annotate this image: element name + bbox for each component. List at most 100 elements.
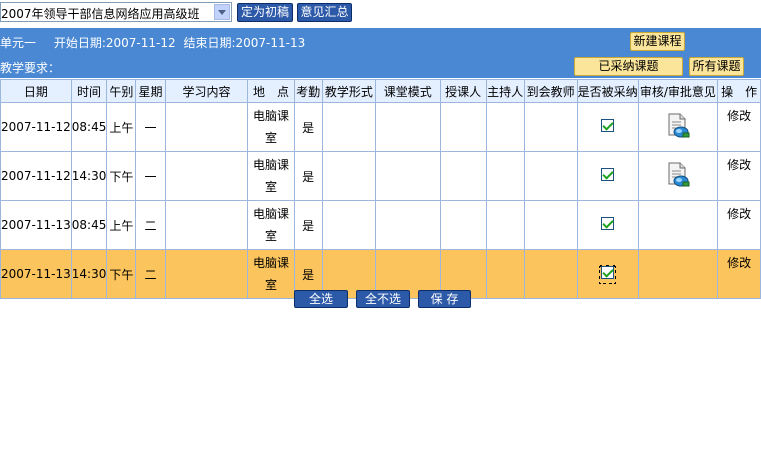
deselect-all-button[interactable]: 全不选 bbox=[356, 290, 410, 308]
adopted-checkbox-wrapper bbox=[601, 168, 615, 184]
col-content: 学习内容 bbox=[164, 79, 249, 103]
select-all-button[interactable]: 全选 bbox=[294, 290, 348, 308]
col-period: 午别 bbox=[106, 79, 137, 103]
modify-link[interactable]: 修改 bbox=[717, 102, 761, 152]
date-cell: 2007-11-12 bbox=[0, 151, 72, 201]
weekday-cell: 二 bbox=[135, 249, 166, 299]
class-select[interactable]: 2007年领导干部信息网络应用高级班 bbox=[0, 2, 232, 22]
class-select-value: 2007年领导干部信息网络应用高级班 bbox=[1, 7, 200, 21]
all-topics-button[interactable]: 所有课题 bbox=[689, 57, 744, 76]
review-cell bbox=[637, 151, 719, 201]
content-cell bbox=[164, 151, 249, 201]
adopted-checkbox[interactable] bbox=[601, 168, 615, 181]
adopted-checkbox-wrapper bbox=[601, 119, 615, 135]
host-cell bbox=[485, 102, 525, 152]
attendance-cell: 是 bbox=[293, 102, 323, 152]
col-weekday: 星期 bbox=[135, 79, 166, 103]
review-document-icon[interactable] bbox=[666, 113, 690, 139]
mode-cell bbox=[374, 102, 441, 152]
weekday-cell: 一 bbox=[135, 151, 166, 201]
time-cell: 08:45 bbox=[70, 200, 108, 250]
time-cell: 14:30 bbox=[70, 151, 108, 201]
summary-button[interactable]: 意见汇总 bbox=[297, 3, 352, 22]
teachers-cell bbox=[523, 151, 578, 201]
lecturer-cell bbox=[439, 200, 487, 250]
host-cell bbox=[485, 151, 525, 201]
col-time: 时间 bbox=[70, 79, 108, 103]
save-button[interactable]: 保 存 bbox=[418, 290, 471, 308]
col-place: 地 点 bbox=[247, 79, 295, 103]
unit-info: 单元一 开始日期:2007-11-12 结束日期:2007-11-13 bbox=[0, 34, 309, 51]
form-cell bbox=[321, 200, 376, 250]
attendance-cell: 是 bbox=[293, 151, 323, 201]
lecturer-cell bbox=[439, 102, 487, 152]
col-action: 操 作 bbox=[717, 79, 761, 103]
content-cell bbox=[164, 249, 249, 299]
unit-name: 单元一 bbox=[0, 36, 37, 50]
period-cell: 上午 bbox=[106, 102, 137, 152]
adopted-topics-button[interactable]: 已采纳课题 bbox=[574, 57, 683, 76]
attendance-cell: 是 bbox=[293, 200, 323, 250]
col-host: 主持人 bbox=[485, 79, 525, 103]
col-review: 审核/审批意见 bbox=[637, 79, 719, 103]
adopted-checkbox[interactable] bbox=[601, 217, 615, 230]
lecturer-cell bbox=[439, 151, 487, 201]
period-cell: 上午 bbox=[106, 200, 137, 250]
host-cell bbox=[485, 200, 525, 250]
top-toolbar: 2007年领导干部信息网络应用高级班 定为初稿 意见汇总 bbox=[0, 0, 761, 26]
teachers-cell bbox=[523, 200, 578, 250]
col-lecturer: 授课人 bbox=[439, 79, 487, 103]
adopted-cell bbox=[576, 200, 639, 250]
period-cell: 下午 bbox=[106, 151, 137, 201]
table-row[interactable]: 2007-11-12 14:30 下午一 电脑课室是 修改 bbox=[0, 151, 761, 201]
adopted-checkbox[interactable] bbox=[601, 266, 615, 279]
host-cell bbox=[485, 249, 525, 299]
schedule-table: 日期 时间 午别 星期 学习内容 地 点 考勤 教学形式 课堂模式 授课人 主持… bbox=[0, 79, 761, 299]
col-form: 教学形式 bbox=[321, 79, 376, 103]
col-mode: 课堂模式 bbox=[374, 79, 441, 103]
review-cell bbox=[637, 102, 719, 152]
col-teachers: 到会教师 bbox=[523, 79, 578, 103]
mode-cell bbox=[374, 200, 441, 250]
review-cell bbox=[637, 200, 719, 250]
chevron-down-icon[interactable] bbox=[214, 4, 230, 20]
date-cell: 2007-11-13 bbox=[0, 200, 72, 250]
col-attendance: 考勤 bbox=[293, 79, 323, 103]
course-header: 单元一 开始日期:2007-11-12 结束日期:2007-11-13 教学要求… bbox=[0, 28, 761, 78]
new-course-button[interactable]: 新建课程 bbox=[630, 32, 685, 51]
finalize-button[interactable]: 定为初稿 bbox=[237, 3, 293, 22]
place-cell: 电脑课室 bbox=[247, 102, 295, 152]
col-adopted: 是否被采纳 bbox=[576, 79, 639, 103]
adopted-cell bbox=[576, 249, 639, 299]
table-row[interactable]: 2007-11-12 08:45 上午一 电脑课室是 修改 bbox=[0, 102, 761, 152]
review-cell bbox=[637, 249, 719, 299]
modify-link[interactable]: 修改 bbox=[717, 151, 761, 201]
teachers-cell bbox=[523, 102, 578, 152]
review-document-icon[interactable] bbox=[666, 162, 690, 188]
period-cell: 下午 bbox=[106, 249, 137, 299]
adopted-checkbox-wrapper bbox=[599, 266, 617, 284]
table-row[interactable]: 2007-11-13 08:45 上午二 电脑课室是 修改 bbox=[0, 200, 761, 250]
end-date: 结束日期:2007-11-13 bbox=[183, 36, 306, 50]
time-cell: 14:30 bbox=[70, 249, 108, 299]
form-cell bbox=[321, 102, 376, 152]
place-cell: 电脑课室 bbox=[247, 151, 295, 201]
col-date: 日期 bbox=[0, 79, 72, 103]
weekday-cell: 二 bbox=[135, 200, 166, 250]
modify-link[interactable]: 修改 bbox=[717, 249, 761, 299]
modify-link[interactable]: 修改 bbox=[717, 200, 761, 250]
adopted-cell bbox=[576, 102, 639, 152]
content-cell bbox=[164, 102, 249, 152]
place-cell: 电脑课室 bbox=[247, 200, 295, 250]
time-cell: 08:45 bbox=[70, 102, 108, 152]
mode-cell bbox=[374, 151, 441, 201]
date-cell: 2007-11-12 bbox=[0, 102, 72, 152]
adopted-checkbox[interactable] bbox=[601, 119, 615, 132]
table-header: 日期 时间 午别 星期 学习内容 地 点 考勤 教学形式 课堂模式 授课人 主持… bbox=[0, 79, 761, 103]
content-cell bbox=[164, 200, 249, 250]
form-cell bbox=[321, 151, 376, 201]
place-cell: 电脑课室 bbox=[247, 249, 295, 299]
start-date: 开始日期:2007-11-12 bbox=[53, 36, 176, 50]
teachers-cell bbox=[523, 249, 578, 299]
adopted-cell bbox=[576, 151, 639, 201]
